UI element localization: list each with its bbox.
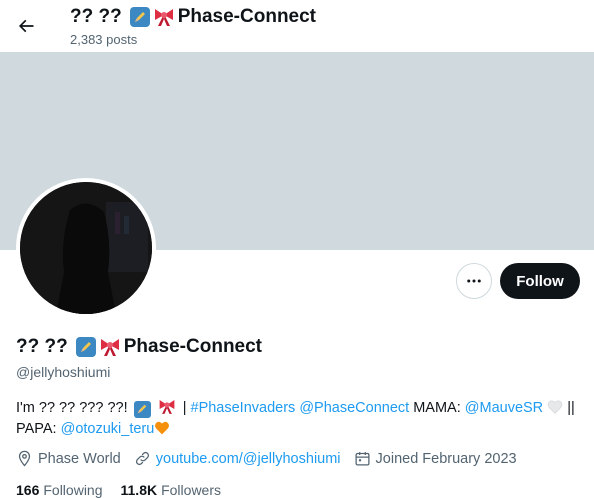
header-name-suffix: Phase-Connect [177, 6, 317, 27]
location-pin-icon [18, 450, 31, 467]
followers-count: 11.8K [120, 482, 158, 498]
bio-separator: | [178, 400, 191, 416]
followers-label: Followers [161, 482, 221, 498]
website-link[interactable]: youtube.com/@jellyhoshiumi [156, 451, 341, 467]
header-name-prefix: ?? ?? [70, 6, 122, 27]
bio-intro: I'm ?? ?? ??? ??! [16, 400, 128, 416]
top-bar: ?? ?? Phase-Connect 2,383 posts [0, 0, 594, 52]
white-heart-icon [547, 400, 563, 414]
joined-text: Joined February 2023 [375, 450, 517, 467]
avatar[interactable] [16, 178, 156, 318]
post-count: 2,383 posts [70, 32, 138, 47]
location-text: Phase World [38, 450, 121, 467]
link-icon [135, 451, 149, 466]
joined-item: Joined February 2023 [354, 450, 517, 467]
arrow-left-icon [18, 19, 34, 33]
avatar-image [20, 182, 152, 314]
pencil-emoji-icon [129, 7, 150, 27]
pencil-emoji-icon [133, 400, 151, 418]
more-dots-icon [467, 279, 481, 283]
profile-handle: @jellyhoshiumi [16, 364, 111, 380]
back-button[interactable] [10, 10, 42, 42]
following-link[interactable]: 166 Following [16, 482, 103, 498]
profile-name: ?? ?? Phase-Connect [16, 336, 262, 358]
ribbon-emoji-icon [99, 337, 121, 357]
profile-bio: I'm ?? ?? ??? ??! | #PhaseInvaders @Phas… [16, 398, 586, 440]
profile-name-prefix: ?? ?? [16, 336, 68, 357]
papa-mention-link[interactable]: @otozuki_teru [61, 421, 155, 437]
website-item: youtube.com/@jellyhoshiumi [134, 450, 341, 467]
profile-name-suffix: Phase-Connect [123, 336, 263, 357]
mama-mention-link[interactable]: @MauveSR [465, 400, 543, 416]
following-label: Following [43, 482, 103, 498]
more-options-button[interactable] [456, 263, 492, 299]
follow-stats: 166 Following 11.8K Followers [16, 482, 239, 498]
follow-button[interactable]: Follow [500, 263, 580, 299]
ribbon-emoji-icon [158, 398, 176, 415]
papa-label: PAPA: [16, 421, 61, 437]
orange-heart-icon [155, 421, 170, 435]
location-item: Phase World [16, 450, 121, 467]
following-count: 166 [16, 482, 40, 498]
calendar-icon [355, 452, 370, 466]
profile-meta: Phase World youtube.com/@jellyhoshiumi J… [16, 450, 530, 467]
company-mention-link[interactable]: @PhaseConnect [299, 400, 409, 416]
hashtag-link[interactable]: #PhaseInvaders [191, 400, 296, 416]
bio-separator-2: || [563, 400, 575, 416]
pencil-emoji-icon [75, 337, 96, 357]
ribbon-emoji-icon [153, 7, 175, 27]
header-title: ?? ?? Phase-Connect [70, 6, 316, 28]
mama-label: MAMA: [409, 400, 465, 416]
followers-link[interactable]: 11.8K Followers [121, 482, 222, 498]
